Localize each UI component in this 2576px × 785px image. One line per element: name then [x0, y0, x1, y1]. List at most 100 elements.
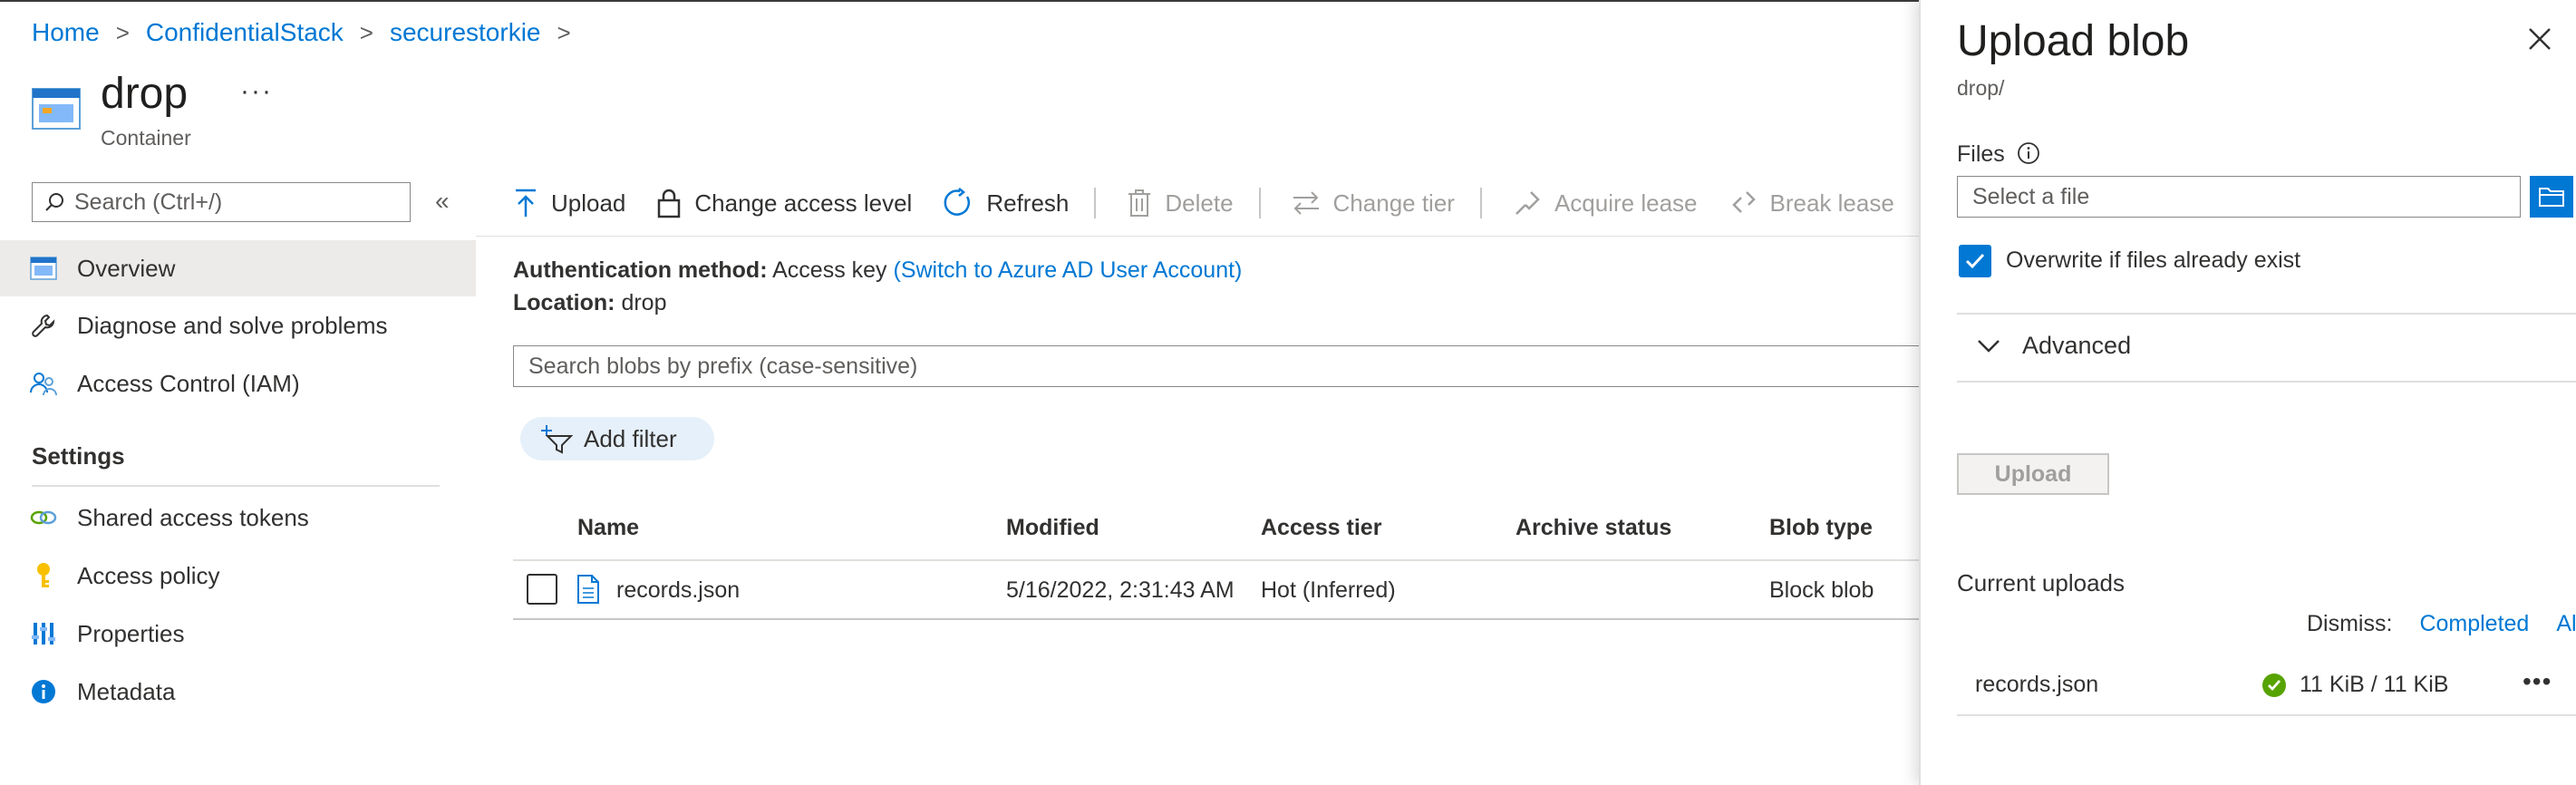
sidebar-item-label: Overview	[77, 254, 176, 282]
change-access-label: Change access level	[694, 189, 913, 217]
sidebar-item-overview[interactable]: Overview	[0, 240, 476, 296]
toolbar-separator	[1258, 188, 1261, 218]
browse-folder-button[interactable]	[2530, 176, 2573, 218]
dismiss-label: Dismiss:	[2307, 611, 2393, 636]
page-subtitle: Container	[101, 126, 191, 150]
info-icon[interactable]	[2017, 141, 2040, 165]
divider	[1957, 313, 2576, 315]
toolbar-divider	[476, 236, 1920, 237]
column-header-modified[interactable]: Modified	[1006, 515, 1099, 541]
upload-item-name: records.json	[1975, 672, 2099, 697]
sidebar-item-label: Properties	[77, 619, 185, 647]
files-label: Files	[1957, 141, 2005, 167]
sidebar-item-iam[interactable]: Access Control (IAM)	[0, 355, 476, 412]
key-icon	[30, 562, 57, 589]
sidebar-item-properties[interactable]: Properties	[0, 606, 476, 662]
link-icon	[30, 504, 57, 531]
column-header-name[interactable]: Name	[577, 515, 639, 541]
sidebar-search-input[interactable]: Search (Ctrl+/)	[32, 182, 411, 222]
column-header-archive-status[interactable]: Archive status	[1516, 515, 1671, 541]
refresh-label: Refresh	[986, 189, 1070, 217]
acquire-lease-button[interactable]: Acquire lease	[1513, 189, 1698, 218]
link-lease-icon	[1516, 191, 1540, 215]
add-filter-label: Add filter	[584, 424, 677, 452]
settings-heading: Settings	[32, 442, 125, 470]
upload-item-more-button[interactable]: •••	[2523, 667, 2552, 696]
people-icon	[30, 370, 57, 397]
breadcrumb-securestorkie[interactable]: securestorkie	[390, 18, 541, 47]
overwrite-checkbox[interactable]	[1959, 245, 1991, 277]
chevron-right-icon: >	[359, 18, 373, 46]
upload-icon	[516, 189, 536, 217]
broken-link-icon	[1731, 191, 1756, 213]
change-access-level-button[interactable]: Change access level	[656, 188, 912, 218]
wrench-icon	[30, 312, 57, 339]
lock-icon	[658, 189, 681, 218]
delete-label: Delete	[1165, 189, 1234, 217]
location-label: Location:	[513, 290, 615, 315]
auth-method-label: Authentication method:	[513, 257, 768, 283]
upload-button[interactable]: Upload	[513, 188, 625, 218]
close-icon[interactable]	[2528, 27, 2552, 51]
breadcrumb: Home > ConfidentialStack > securestorkie…	[32, 18, 587, 47]
breadcrumb-confidentialstack[interactable]: ConfidentialStack	[146, 18, 344, 47]
dismiss-row: Dismiss: Completed All	[2307, 611, 2576, 637]
blob-modified: 5/16/2022, 2:31:43 AM	[1006, 577, 1235, 603]
blob-search-placeholder: Search blobs by prefix (case-sensitive)	[528, 353, 918, 379]
container-icon	[32, 88, 81, 130]
blob-name-link[interactable]: records.json	[616, 577, 740, 604]
switch-auth-link[interactable]: (Switch to Azure AD User Account)	[894, 257, 1243, 283]
sidebar-item-label: Access Control (IAM)	[77, 369, 300, 397]
sidebar-item-diagnose[interactable]: Diagnose and solve problems	[0, 297, 476, 354]
file-icon	[577, 575, 599, 604]
more-options-button[interactable]: ···	[240, 76, 273, 107]
search-icon	[45, 193, 63, 211]
advanced-label: Advanced	[2022, 332, 2132, 359]
refresh-button[interactable]: Refresh	[943, 188, 1069, 218]
blob-access-tier: Hot (Inferred)	[1261, 577, 1396, 603]
sidebar-item-access-policy[interactable]: Access policy	[0, 548, 476, 604]
table-header-divider	[513, 559, 1920, 561]
upload-submit-button[interactable]: Upload	[1957, 453, 2109, 495]
toolbar-separator	[1094, 188, 1097, 218]
advanced-toggle[interactable]: Advanced	[1977, 332, 2131, 360]
column-header-blob-type[interactable]: Blob type	[1769, 515, 1873, 541]
delete-button[interactable]: Delete	[1127, 188, 1234, 218]
trash-icon	[1128, 189, 1151, 217]
auth-method-row: Authentication method: Access key (Switc…	[513, 257, 1242, 284]
dismiss-all-link[interactable]: All	[2556, 611, 2576, 637]
success-check-icon	[2262, 674, 2286, 697]
file-select-placeholder: Select a file	[1972, 183, 2090, 209]
add-filter-icon	[541, 425, 573, 454]
change-tier-button[interactable]: Change tier	[1292, 189, 1455, 218]
container-icon	[30, 255, 57, 282]
sidebar-item-metadata[interactable]: Metadata	[0, 664, 476, 720]
change-tier-label: Change tier	[1332, 189, 1455, 217]
column-header-access-tier[interactable]: Access tier	[1261, 515, 1381, 541]
sidebar-item-label: Shared access tokens	[77, 503, 309, 531]
panel-subtitle: drop/	[1957, 76, 2005, 100]
sidebar-item-label: Diagnose and solve problems	[77, 311, 388, 339]
blob-type: Block blob	[1769, 577, 1874, 603]
collapse-sidebar-button[interactable]: «	[435, 187, 450, 216]
row-checkbox[interactable]	[527, 574, 557, 605]
dismiss-completed-link[interactable]: Completed	[2419, 611, 2529, 637]
add-filter-button[interactable]: Add filter	[520, 417, 714, 460]
toolbar-separator	[1479, 188, 1482, 218]
sidebar-item-label: Access policy	[77, 561, 220, 589]
swap-arrows-icon	[1293, 191, 1319, 215]
divider	[32, 485, 440, 487]
refresh-icon	[944, 188, 971, 216]
file-select-input[interactable]: Select a file	[1957, 176, 2521, 218]
chevron-right-icon: >	[115, 18, 130, 46]
current-uploads-heading: Current uploads	[1957, 569, 2125, 596]
break-lease-button[interactable]: Break lease	[1729, 189, 1894, 218]
sidebar-item-shared-access-tokens[interactable]: Shared access tokens	[0, 489, 476, 546]
divider	[1957, 381, 2576, 383]
overwrite-label: Overwrite if files already exist	[2006, 247, 2301, 273]
breadcrumb-home[interactable]: Home	[32, 18, 100, 47]
folder-icon	[2539, 188, 2564, 207]
break-lease-label: Break lease	[1769, 189, 1894, 217]
blob-search-input[interactable]: Search blobs by prefix (case-sensitive)	[513, 345, 1927, 387]
command-bar: Upload Change access level Refresh Delet…	[513, 180, 1925, 226]
